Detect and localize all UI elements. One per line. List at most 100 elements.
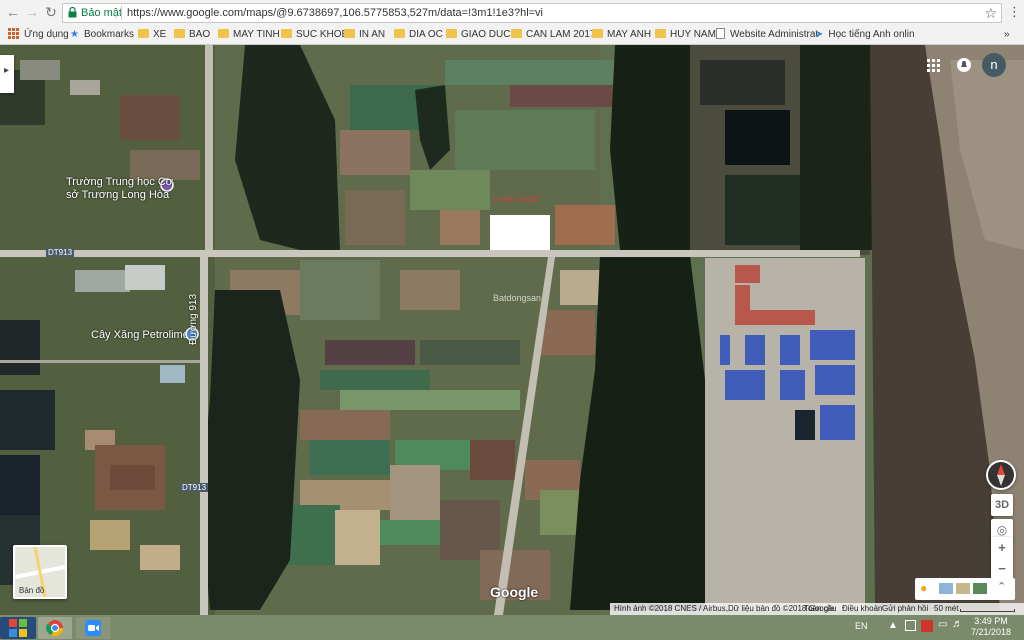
bookmark-bao[interactable]: BAO — [174, 27, 210, 42]
expand-sidebar-button[interactable]: ▸ — [0, 55, 14, 93]
folder-icon — [281, 29, 292, 38]
page-icon — [716, 28, 725, 39]
apps-grid-icon — [8, 28, 19, 39]
bookmark-hoc-tieng-anh[interactable]: ➤ Học tiếng Anh onlin — [815, 27, 915, 42]
satellite-map[interactable]: Trường Trung học Cơ sở Trương Long Hòa C… — [0, 45, 1024, 615]
imagery-thumb-icon[interactable] — [939, 583, 953, 594]
map-layer-toggle[interactable]: Bản đồ — [13, 545, 67, 599]
folder-icon — [655, 29, 666, 38]
windows-logo-icon — [9, 619, 27, 637]
bookmark-label: GIAO DUC — [461, 29, 511, 40]
bookmark-label: Website Administrat — [730, 29, 819, 40]
bookmark-xe[interactable]: XE — [138, 27, 166, 42]
clock[interactable]: 3:49 PM 7/21/2018 — [971, 616, 1011, 638]
reload-icon[interactable]: ↻ — [43, 4, 59, 20]
school-label-line2: sở Trương Long Hòa — [66, 189, 170, 201]
bookmark-label: SUC KHOE — [296, 29, 349, 40]
chevron-up-icon[interactable]: ⌃ — [997, 580, 1006, 593]
forward-icon[interactable]: → — [24, 4, 40, 20]
bookmark-label: XE — [153, 29, 167, 40]
folder-icon — [511, 29, 522, 38]
back-icon[interactable]: ← — [5, 4, 21, 20]
road-label-vertical: Đường 913 — [188, 293, 199, 345]
google-logo: Google — [490, 584, 539, 600]
bookmark-label: Bookmarks — [83, 29, 134, 40]
language-indicator[interactable]: EN — [855, 621, 868, 631]
address-bar[interactable]: Bảo mật https://www.google.com/maps/@9.6… — [62, 3, 1002, 23]
browser-chrome: ← → ↻ Bảo mật https://www.google.com/map… — [0, 0, 1024, 45]
link-global[interactable]: Toàn cầu — [804, 604, 836, 613]
folder-icon — [218, 29, 229, 38]
imagery-thumb-icon[interactable] — [973, 583, 987, 594]
lock-icon — [68, 7, 77, 18]
attribution-bar: Hình ảnh ©2018 CNES / Airbus,Dữ liệu bản… — [610, 603, 1024, 615]
compass-icon — [988, 462, 1014, 488]
taskbar: EN ▲ ▭ ♬ 3:49 PM 7/21/2018 — [0, 615, 1024, 640]
link-feedback[interactable]: Gửi phản hồi — [882, 604, 928, 613]
bookmark-suc-khoe[interactable]: SUC KHOE — [281, 27, 348, 42]
bookmark-label: Ứng dụng — [24, 29, 69, 40]
chrome-icon — [46, 620, 64, 637]
browser-menu-icon[interactable]: ⋮ — [1008, 4, 1021, 20]
bookmark-label: DIA OC — [409, 29, 443, 40]
bookmark-may-anh[interactable]: MAY ANH — [592, 27, 651, 42]
bookmark-star-icon[interactable]: ☆ — [984, 5, 997, 22]
road-shield-dt913: DT913 — [46, 248, 75, 257]
bookmark-giao-duc[interactable]: GIAO DUC — [446, 27, 510, 42]
gas-station-label[interactable]: Cây Xăng Petrolimex — [91, 329, 194, 341]
bookmark-huy-nam[interactable]: HUY NAM — [655, 27, 716, 42]
tray-app-icon[interactable] — [905, 620, 916, 631]
scale-bar — [960, 609, 1015, 612]
bookmark-dia-oc[interactable]: DIA OC — [394, 27, 443, 42]
start-button[interactable] — [0, 617, 36, 639]
imagery-thumb-icon[interactable] — [956, 583, 970, 594]
secure-label: Bảo mật — [81, 7, 122, 19]
user-avatar[interactable]: n — [982, 53, 1006, 77]
volume-icon[interactable]: ♬ — [952, 618, 963, 630]
bookmark-label: IN AN — [359, 29, 386, 40]
imagery-strip[interactable]: ● ⌃ — [915, 578, 1015, 600]
more-bookmarks-button[interactable]: » — [1004, 27, 1010, 42]
3d-button[interactable]: 3D — [991, 494, 1013, 516]
clock-time: 3:49 PM — [974, 616, 1008, 626]
compass-button[interactable] — [986, 460, 1016, 490]
link-terms[interactable]: Điều khoản — [842, 604, 882, 613]
bookmark-may-tinh[interactable]: MAY TINH — [218, 27, 280, 42]
school-label-line1: Trường Trung học Cơ — [66, 176, 173, 188]
zoom-app-icon — [85, 620, 101, 636]
taskbar-zoom[interactable] — [76, 617, 110, 639]
bookmark-in-an[interactable]: IN AN — [344, 27, 385, 42]
network-icon[interactable]: ▭ — [938, 619, 947, 630]
tray-antivirus-icon[interactable] — [921, 620, 933, 632]
3d-label: 3D — [994, 499, 1010, 511]
school-label[interactable]: Trường Trung học Cơ sở Trương Long Hòa — [66, 176, 173, 202]
bookmark-label: Học tiếng Anh onlin — [828, 29, 915, 40]
url-text[interactable]: https://www.google.com/maps/@9.6738697,1… — [127, 7, 543, 19]
star-icon: ★ — [70, 29, 79, 40]
clock-date: 7/21/2018 — [971, 627, 1012, 637]
bookmark-label: CAN LAM 2017 — [526, 29, 596, 40]
road-shield-dt913: DT913 — [180, 483, 209, 492]
bookmark-label: MAY ANH — [607, 29, 652, 40]
folder-icon — [394, 29, 405, 38]
bookmark-label: MAY TINH — [233, 29, 280, 40]
tray-chevron-icon[interactable]: ▲ — [888, 620, 898, 631]
zoom-control[interactable]: + − — [991, 537, 1013, 581]
pegman-icon[interactable]: ● — [920, 581, 927, 595]
plot-label: VỊ TRÍ LÔ ĐẤT — [493, 197, 540, 204]
bookmark-apps[interactable]: Ứng dụng — [8, 27, 69, 42]
bookmark-website-admin[interactable]: Website Administrat — [716, 27, 818, 42]
notifications-icon[interactable] — [956, 57, 972, 73]
chevron-right-icon: ▸ — [4, 65, 10, 76]
bookmark-label: HUY NAM — [670, 29, 716, 40]
bookmark-bookmarks[interactable]: ★ Bookmarks — [70, 27, 134, 42]
scale-label[interactable]: 50 mét — [934, 604, 958, 613]
bookmark-can-lam[interactable]: CAN LAM 2017 — [511, 27, 595, 42]
navigation-bar: ← → ↻ Bảo mật https://www.google.com/map… — [0, 0, 1024, 25]
taskbar-chrome[interactable] — [38, 617, 72, 639]
apps-grid-icon[interactable] — [927, 59, 941, 73]
bookmark-label: BAO — [189, 29, 211, 40]
watermark: Batdongsan — [493, 293, 542, 303]
folder-icon — [446, 29, 457, 38]
zoom-in-button[interactable]: + — [991, 537, 1013, 559]
